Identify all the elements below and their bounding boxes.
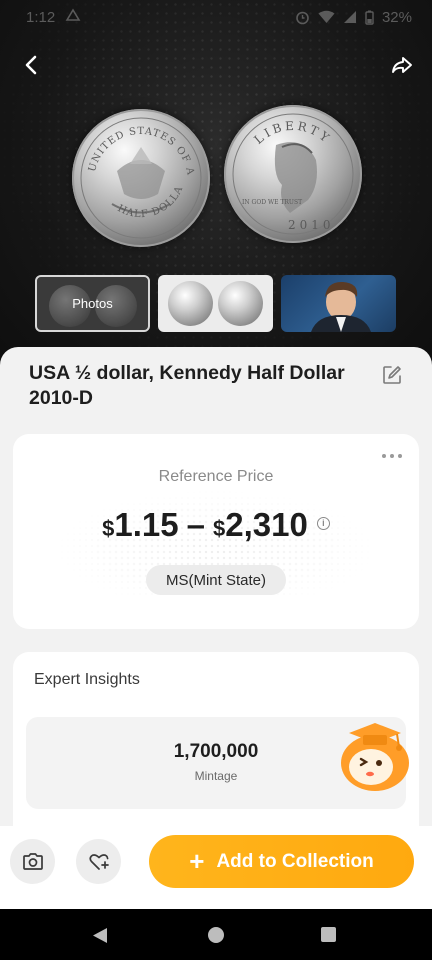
reference-price-card: Reference Price $ 1.15 – $ 2,310 i MS(Mi… [13,434,419,629]
add-to-collection-label: Add to Collection [216,850,374,872]
coin-image-hero: 1:12 32% UNITED STATES OF A HALF DOLLA L… [0,0,432,370]
price-high-currency: $ [213,516,226,541]
thumbnail-coin-sides[interactable] [158,275,273,332]
camera-icon [22,853,43,870]
price-separator: – [186,506,205,543]
thumbnail-portrait[interactable] [281,275,396,332]
info-icon[interactable]: i [316,516,330,530]
heart-plus-icon [88,853,109,870]
battery-percent: 32% [381,8,412,26]
edit-button[interactable] [381,364,403,386]
wishlist-button[interactable] [76,839,121,884]
price-low-currency: $ [102,516,115,541]
camera-button[interactable] [10,839,55,884]
coin-obverse-image[interactable]: LIBERTY IN GOD WE TRUST 2010 [224,105,362,243]
signal-icon [343,10,357,24]
bottom-action-bar: + Add to Collection [0,826,432,909]
mascot-icon [341,723,409,791]
coin-title: USA ½ dollar, Kennedy Half Dollar 2010-D [29,362,345,409]
coin-reverse-image[interactable]: UNITED STATES OF AMERICA HALF DOLLAR [72,109,210,247]
price-low-value: 1.15 [114,506,179,543]
coin-obverse-year: 2010 [288,218,335,232]
coin-obverse-motto: IN GOD WE TRUST [242,199,302,206]
expert-insights-title: Expert Insights [34,671,140,688]
wifi-icon [318,10,335,24]
nav-home-icon[interactable] [208,927,224,943]
status-time: 1:12 [26,8,56,26]
nav-recents-icon[interactable] [321,927,336,942]
edit-icon [383,366,401,384]
notification-icon [65,8,81,26]
plus-icon: + [189,845,205,876]
grade-badge[interactable]: MS(Mint State) [146,565,286,595]
share-icon [392,57,412,73]
alarm-icon [295,10,310,25]
price-range: $ 1.15 – $ 2,310 i [13,506,419,544]
share-button[interactable] [388,52,416,78]
more-options-button[interactable] [382,454,402,458]
back-button[interactable] [18,52,44,78]
status-bar: 1:12 32% [0,0,432,34]
thumbnail-photos[interactable]: Photos [35,275,150,332]
system-navigation-bar [0,909,432,960]
price-high-value: 2,310 [225,506,308,543]
photo-thumbnails: Photos [35,275,396,332]
coin-detail-sheet: USA ½ dollar, Kennedy Half Dollar 2010-D… [0,347,432,907]
add-to-collection-button[interactable]: + Add to Collection [149,835,414,888]
thumbnail-photos-label: Photos [72,296,113,311]
expert-insights-card: Expert Insights 1,700,000 Mintage [13,652,419,842]
nav-back-icon[interactable] [92,927,108,944]
reference-price-label: Reference Price [158,468,274,485]
chevron-left-icon [25,55,37,75]
battery-icon [365,10,374,25]
